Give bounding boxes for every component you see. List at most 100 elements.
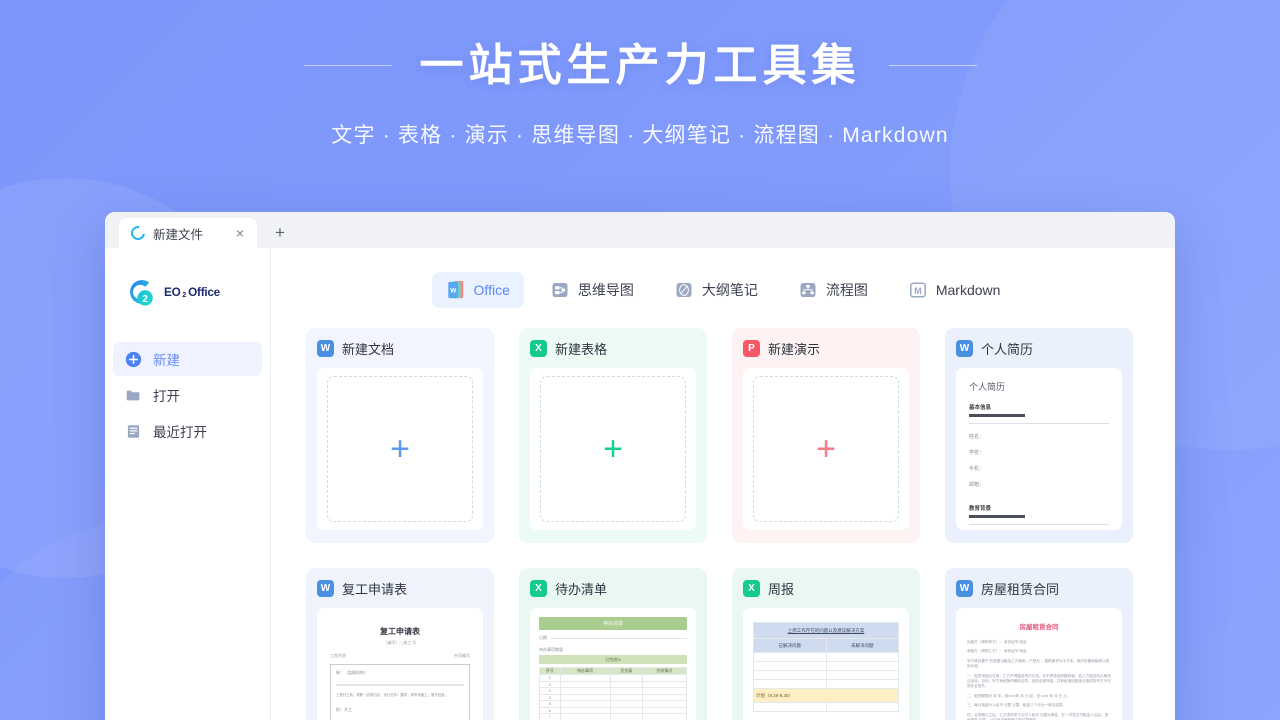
tab-label: 流程图 <box>825 282 868 298</box>
window-body: 2 EO 2 Office 新建 打开 最近打开 W Office 思维导图 大… <box>105 248 1175 720</box>
work-form-line3: 拟：开工 <box>336 706 352 712</box>
svg-text:EO: EO <box>164 286 181 299</box>
resume-preview: 个人简历 基本信息 姓名： 学校： 手机： 邮箱： 教育背景 <box>956 368 1122 530</box>
word-badge-icon: W <box>956 340 973 357</box>
resume-field: 姓名： <box>969 434 985 440</box>
card-title: 待办清单 <box>555 582 608 597</box>
tab-flowchart[interactable]: 流程图 <box>784 272 882 308</box>
plus-circle-icon <box>125 351 142 367</box>
table-subheader-row: 已解决问题 未解决问题 <box>753 638 899 653</box>
plus-icon: + <box>603 429 623 468</box>
eo2-logo-icon: 2 <box>130 280 153 306</box>
card-header: X 新建表格 <box>530 339 696 358</box>
lease-clause: 二、租赁期限为 年 年，即xxxx年 月 日 起，至 xxxx 年 月 日 止。 <box>967 693 1071 698</box>
tab-markdown[interactable]: M Markdown <box>894 272 1015 308</box>
tab-outline-note[interactable]: 大纲笔记 <box>660 272 772 308</box>
template-card-new-document[interactable]: W 新建文档 + <box>306 328 494 543</box>
work-form-preview: 复工申请表 （编号）□ 施工 号 工程名称 合同编号 致：（监理机构） 工程开工… <box>317 608 483 720</box>
flowchart-icon <box>800 283 816 297</box>
todo-progress-label: 已完成% <box>539 655 687 664</box>
tab-mindmap[interactable]: 思维导图 <box>536 272 648 308</box>
table-row <box>753 652 899 662</box>
table-row <box>753 670 899 680</box>
excel-badge-icon: X <box>530 340 547 357</box>
card-header: W 新建文档 <box>317 339 483 358</box>
template-card-lease-contract[interactable]: W 房屋租赁合同 房屋租赁合同 出租方（简称甲方）： 身份证号 电话 承租方（简… <box>945 568 1133 720</box>
card-header: X 待办清单 <box>530 579 696 598</box>
card-header: W 房屋租赁合同 <box>956 579 1122 598</box>
template-card-return-to-work-form[interactable]: W 复工申请表 复工申请表 （编号）□ 施工 号 工程名称 合同编号 致：（监理… <box>306 568 494 720</box>
sidebar-nav: 新建 打开 最近打开 <box>105 342 270 448</box>
hero-rule-left <box>303 65 392 66</box>
svg-text:M: M <box>914 286 922 296</box>
svg-text:2: 2 <box>182 291 186 299</box>
card-header: W 个人简历 <box>956 339 1122 358</box>
close-icon[interactable]: × <box>233 224 247 242</box>
hero-rule-right <box>888 65 977 66</box>
window-titlebar: 新建文件 × + <box>105 212 1175 248</box>
card-header: X 周报 <box>743 579 909 598</box>
column-header: 优先级 <box>609 667 643 675</box>
create-dropzone[interactable]: + <box>539 376 687 522</box>
create-dropzone[interactable]: + <box>326 376 474 522</box>
lease-clause: 四、合同期订立后，乙方须向甲方交付人民币 元整为押金，在一次性交付租金入住后，退… <box>967 712 1109 720</box>
card-title: 新建演示 <box>768 342 821 357</box>
sidebar-item-label: 最近打开 <box>153 425 207 440</box>
card-preview: 房屋租赁合同 出租方（简称甲方）： 身份证号 电话 承租方（简称乙方）： 身份证… <box>956 608 1122 720</box>
app-logo: 2 EO 2 Office <box>105 270 270 314</box>
svg-text:Office: Office <box>188 286 220 299</box>
svg-text:W: W <box>450 287 456 294</box>
table-header-row: 序号 待办事项 优先级 完成情况 <box>539 667 688 675</box>
new-tab-button[interactable]: + <box>267 222 293 243</box>
todo-preview-header: 待办清单 <box>539 617 687 630</box>
sidebar-item-recent[interactable]: 最近打开 <box>113 414 262 448</box>
sidebar-item-new[interactable]: 新建 <box>113 342 262 376</box>
lease-clause: 一、租赁用途为住房，乙方不得擅自改作它用。也不得将此房屋转租。若乙方擅自改从事违… <box>967 673 1111 689</box>
lease-line: 承租方（简称乙方）： 身份证号 电话 <box>967 649 1027 654</box>
browser-tab[interactable]: 新建文件 × <box>119 218 257 248</box>
table-row <box>753 679 899 689</box>
tab-office[interactable]: W Office <box>431 272 524 308</box>
card-preview: + <box>530 368 696 530</box>
todo-preview: 待办清单 日期 待办事项数量 已完成% 序号 待办事项 优先级 完成情况 1 2… <box>530 608 696 720</box>
template-card-weekly-report[interactable]: X 周报 上周工作存在的问题以及建议解决方案 已解决问题 未解决问题 计划（8.… <box>732 568 920 720</box>
todo-date-label: 日期 <box>539 635 547 640</box>
template-card-new-presentation[interactable]: P 新建演示 + <box>732 328 920 543</box>
column-header: 序号 <box>539 667 561 675</box>
main-content: W Office 思维导图 大纲笔记 流程图 M Markdown W 新建文档… <box>270 248 1175 720</box>
card-title: 新建表格 <box>555 342 608 357</box>
hero-section: 一站式生产力工具集 文字 · 表格 · 演示 · 思维导图 · 大纲笔记 · 流… <box>0 0 1280 149</box>
column-header: 已解决问题 <box>753 638 827 653</box>
svg-text:2: 2 <box>142 294 148 305</box>
work-form-box: 致：（监理机构） 工程开工前，按照（合同约定、设计文件）要求，现申请施工，望予批… <box>330 664 470 720</box>
work-form-title: 复工申请表 <box>380 627 420 636</box>
resume-fields: 姓名： 学校： 手机： 邮箱： <box>969 433 1109 488</box>
card-preview: 个人简历 基本信息 姓名： 学校： 手机： 邮箱： 教育背景 <box>956 368 1122 530</box>
page-title: 一站式生产力工具集 <box>419 41 861 90</box>
app-logo-wordmark: EO 2 Office <box>164 286 221 299</box>
lease-line: 出租方（简称甲方）： 身份证号 电话 <box>967 640 1027 644</box>
sidebar-item-label: 打开 <box>153 389 180 404</box>
sidebar-item-label: 新建 <box>153 353 180 368</box>
resume-field: 邮箱： <box>969 482 985 488</box>
sidebar-item-open[interactable]: 打开 <box>113 378 262 412</box>
create-dropzone[interactable]: + <box>752 376 900 522</box>
weekly-footer: 计划（8.26-8.30） <box>753 688 899 703</box>
card-title: 房屋租赁合同 <box>981 582 1060 597</box>
template-card-todo-list[interactable]: X 待办清单 待办清单 日期 待办事项数量 已完成% 序号 待办事项 优先级 完… <box>519 568 707 720</box>
card-title: 个人简历 <box>981 342 1034 357</box>
weekly-header: 上周工作存在的问题以及建议解决方案 <box>753 622 899 639</box>
work-form-line2: 工程开工前，按照（合同约定、设计文件）要求，现申请施工，望予批准。 <box>336 692 448 697</box>
outline-note-icon <box>676 283 692 297</box>
tab-label: 新建文件 <box>153 227 204 242</box>
card-preview: + <box>743 368 909 530</box>
card-header: P 新建演示 <box>743 339 909 358</box>
tab-label: Office <box>473 282 510 298</box>
office-stack-icon: W <box>447 280 463 299</box>
plus-icon: + <box>816 429 836 468</box>
template-card-resume[interactable]: W 个人简历 个人简历 基本信息 姓名： 学校： 手机： 邮箱： 教育背景 <box>945 328 1133 543</box>
column-header: 待办事项 <box>559 667 611 675</box>
excel-badge-icon: X <box>530 580 547 597</box>
tab-label: Markdown <box>935 282 1001 298</box>
template-card-new-spreadsheet[interactable]: X 新建表格 + <box>519 328 707 543</box>
